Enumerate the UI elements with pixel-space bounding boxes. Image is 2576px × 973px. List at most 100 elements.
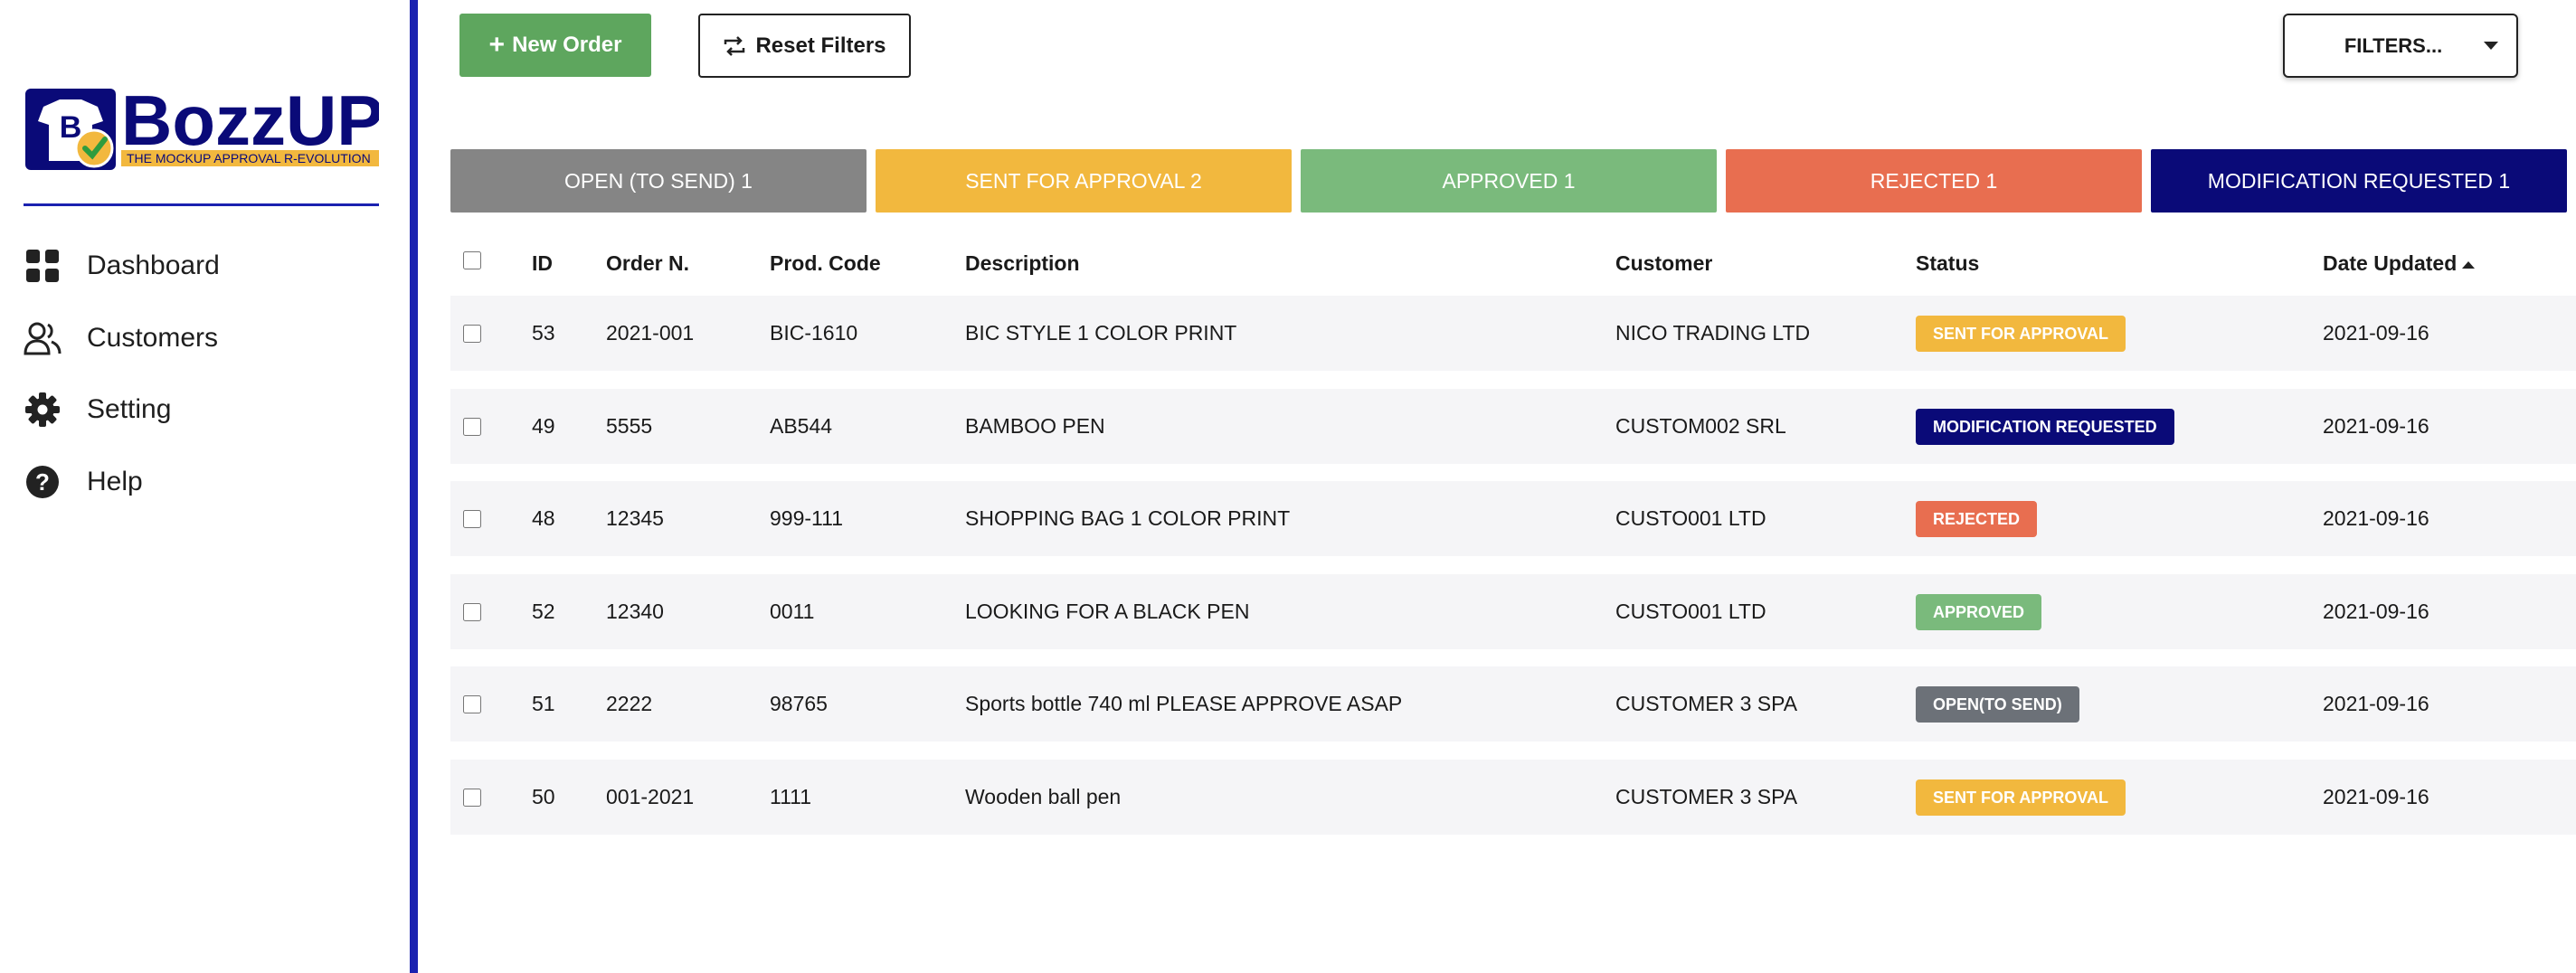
tab-sent-for-approval[interactable]: SENT FOR APPROVAL 2 (876, 149, 1292, 213)
table-row[interactable]: 51 2222 98765 Sports bottle 740 ml PLEASE A… (450, 666, 2576, 742)
column-header-status[interactable]: Status (1916, 251, 1979, 276)
tab-label: OPEN (TO SEND) 1 (564, 168, 753, 193)
sidebar-item-label: Help (87, 467, 143, 496)
table-row[interactable]: 50 001-2021 1111 Wooden ball pen CUSTOMER 3 … (450, 760, 2576, 835)
reset-filters-button[interactable]: Reset Filters (698, 14, 911, 78)
select-all-checkbox[interactable] (463, 251, 481, 269)
cell-description: BIC STYLE 1 COLOR PRINT (965, 321, 1237, 345)
status-badge: APPROVED (1916, 594, 2042, 630)
cell-prod-code: 999-111 (770, 506, 843, 530)
cell-order-number: 2222 (606, 692, 653, 715)
column-header-date-updated[interactable]: Date Updated (2323, 251, 2476, 276)
refresh-icon (724, 35, 745, 56)
sidebar-item-label: Dashboard (87, 250, 220, 280)
sidebar-item-dashboard[interactable]: Dashboard (24, 241, 220, 291)
status-badge: MODIFICATION REQUESTED (1916, 409, 2174, 445)
cell-id: 51 (532, 692, 555, 715)
cell-description: SHOPPING BAG 1 COLOR PRINT (965, 506, 1291, 530)
cell-order-number: 12345 (606, 506, 664, 530)
column-header-prod-code[interactable]: Prod. Code (770, 251, 881, 276)
cell-customer: CUSTO001 LTD (1615, 506, 1766, 530)
sidebar-item-label: Setting (87, 394, 172, 424)
row-checkbox[interactable] (463, 603, 481, 621)
row-checkbox[interactable] (463, 325, 481, 343)
cell-description: BAMBOO PEN (965, 414, 1105, 438)
tab-label: SENT FOR APPROVAL 2 (965, 168, 1202, 193)
sort-ascending-icon (2462, 260, 2476, 269)
column-header-id[interactable]: ID (532, 251, 553, 276)
row-checkbox[interactable] (463, 510, 481, 528)
tab-label: MODIFICATION REQUESTED 1 (2207, 168, 2511, 193)
column-header-description[interactable]: Description (965, 251, 1080, 276)
table-row[interactable]: 52 12340 0011 LOOKING FOR A BLACK PEN CUSTO0… (450, 574, 2576, 649)
sidebar: B BozzUP THE MOCKUP APPROVAL R-EVOLUTION… (0, 0, 418, 973)
tab-label: APPROVED 1 (1442, 168, 1576, 193)
cell-id: 49 (532, 414, 555, 438)
row-checkbox[interactable] (463, 418, 481, 436)
cell-order-number: 12340 (606, 600, 664, 623)
cell-customer: CUSTOM002 SRL (1615, 414, 1786, 438)
cell-prod-code: BIC-1610 (770, 321, 858, 345)
cell-customer: CUSTO001 LTD (1615, 600, 1766, 623)
cell-prod-code: 0011 (770, 600, 815, 623)
new-order-button[interactable]: + New Order (459, 14, 651, 77)
cell-id: 50 (532, 785, 555, 808)
gear-icon (24, 391, 62, 429)
row-checkbox[interactable] (463, 695, 481, 713)
dashboard-icon (24, 247, 62, 285)
chevron-down-icon (2484, 42, 2498, 50)
help-icon: ? (24, 463, 62, 501)
cell-order-number: 001-2021 (606, 785, 695, 808)
column-header-order[interactable]: Order N. (606, 251, 689, 276)
cell-date-updated: 2021-09-16 (2323, 785, 2429, 808)
cell-date-updated: 2021-09-16 (2323, 321, 2429, 345)
sidebar-item-label: Customers (87, 323, 219, 353)
table-row[interactable]: 48 12345 999-111 SHOPPING BAG 1 COLOR PRINT… (450, 481, 2576, 556)
column-header-customer[interactable]: Customer (1615, 251, 1712, 276)
cell-date-updated: 2021-09-16 (2323, 414, 2429, 438)
row-checkbox[interactable] (463, 789, 481, 807)
logo-wordmark: BozzUP (121, 85, 379, 160)
bozzup-logo[interactable]: B BozzUP THE MOCKUP APPROVAL R-EVOLUTION (24, 85, 379, 172)
sidebar-divider (24, 203, 379, 206)
filters-label: FILTERS... (2344, 33, 2443, 57)
cell-prod-code: 98765 (770, 692, 828, 715)
cell-date-updated: 2021-09-16 (2323, 600, 2429, 623)
tab-modification-requested[interactable]: MODIFICATION REQUESTED 1 (2151, 149, 2567, 213)
cell-description: Sports bottle 740 ml PLEASE APPROVE ASAP (965, 692, 1403, 715)
new-order-label: New Order (512, 33, 622, 57)
status-badge: SENT FOR APPROVAL (1916, 779, 2126, 816)
cell-customer: CUSTOMER 3 SPA (1615, 692, 1798, 715)
plus-icon: + (488, 30, 506, 60)
cell-prod-code: AB544 (770, 414, 833, 438)
status-badge: OPEN(TO SEND) (1916, 686, 2079, 723)
svg-text:?: ? (35, 468, 50, 496)
column-header-date-label: Date Updated (2323, 251, 2458, 275)
tab-rejected[interactable]: REJECTED 1 (1726, 149, 2142, 213)
tab-open-to-send[interactable]: OPEN (TO SEND) 1 (450, 149, 867, 213)
tab-approved[interactable]: APPROVED 1 (1301, 149, 1717, 213)
status-badge: SENT FOR APPROVAL (1916, 316, 2126, 352)
reset-filters-label: Reset Filters (755, 33, 886, 58)
table-header: ID Order N. Prod. Code Description Custo… (450, 244, 2576, 280)
status-badge: REJECTED (1916, 501, 2038, 537)
sidebar-item-customers[interactable]: Customers (24, 313, 218, 364)
filters-dropdown[interactable]: FILTERS... (2283, 14, 2518, 78)
cell-customer: CUSTOMER 3 SPA (1615, 785, 1798, 808)
cell-description: LOOKING FOR A BLACK PEN (965, 600, 1250, 623)
table-row[interactable]: 49 5555 AB544 BAMBOO PEN CUSTOM002 SRL MODIFI… (450, 389, 2576, 464)
cell-date-updated: 2021-09-16 (2323, 506, 2429, 530)
table-row[interactable]: 53 2021-001 BIC-1610 BIC STYLE 1 COLOR PRIN… (450, 296, 2576, 371)
users-icon (24, 319, 62, 357)
sidebar-item-setting[interactable]: Setting (24, 384, 171, 435)
logo-tagline: THE MOCKUP APPROVAL R-EVOLUTION (127, 151, 371, 165)
cell-customer: NICO TRADING LTD (1615, 321, 1811, 345)
cell-id: 52 (532, 600, 555, 623)
cell-date-updated: 2021-09-16 (2323, 692, 2429, 715)
sidebar-item-help[interactable]: ? Help (24, 457, 143, 507)
tab-label: REJECTED 1 (1870, 168, 1998, 193)
cell-id: 48 (532, 506, 555, 530)
cell-id: 53 (532, 321, 555, 345)
cell-order-number: 2021-001 (606, 321, 695, 345)
cell-order-number: 5555 (606, 414, 653, 438)
